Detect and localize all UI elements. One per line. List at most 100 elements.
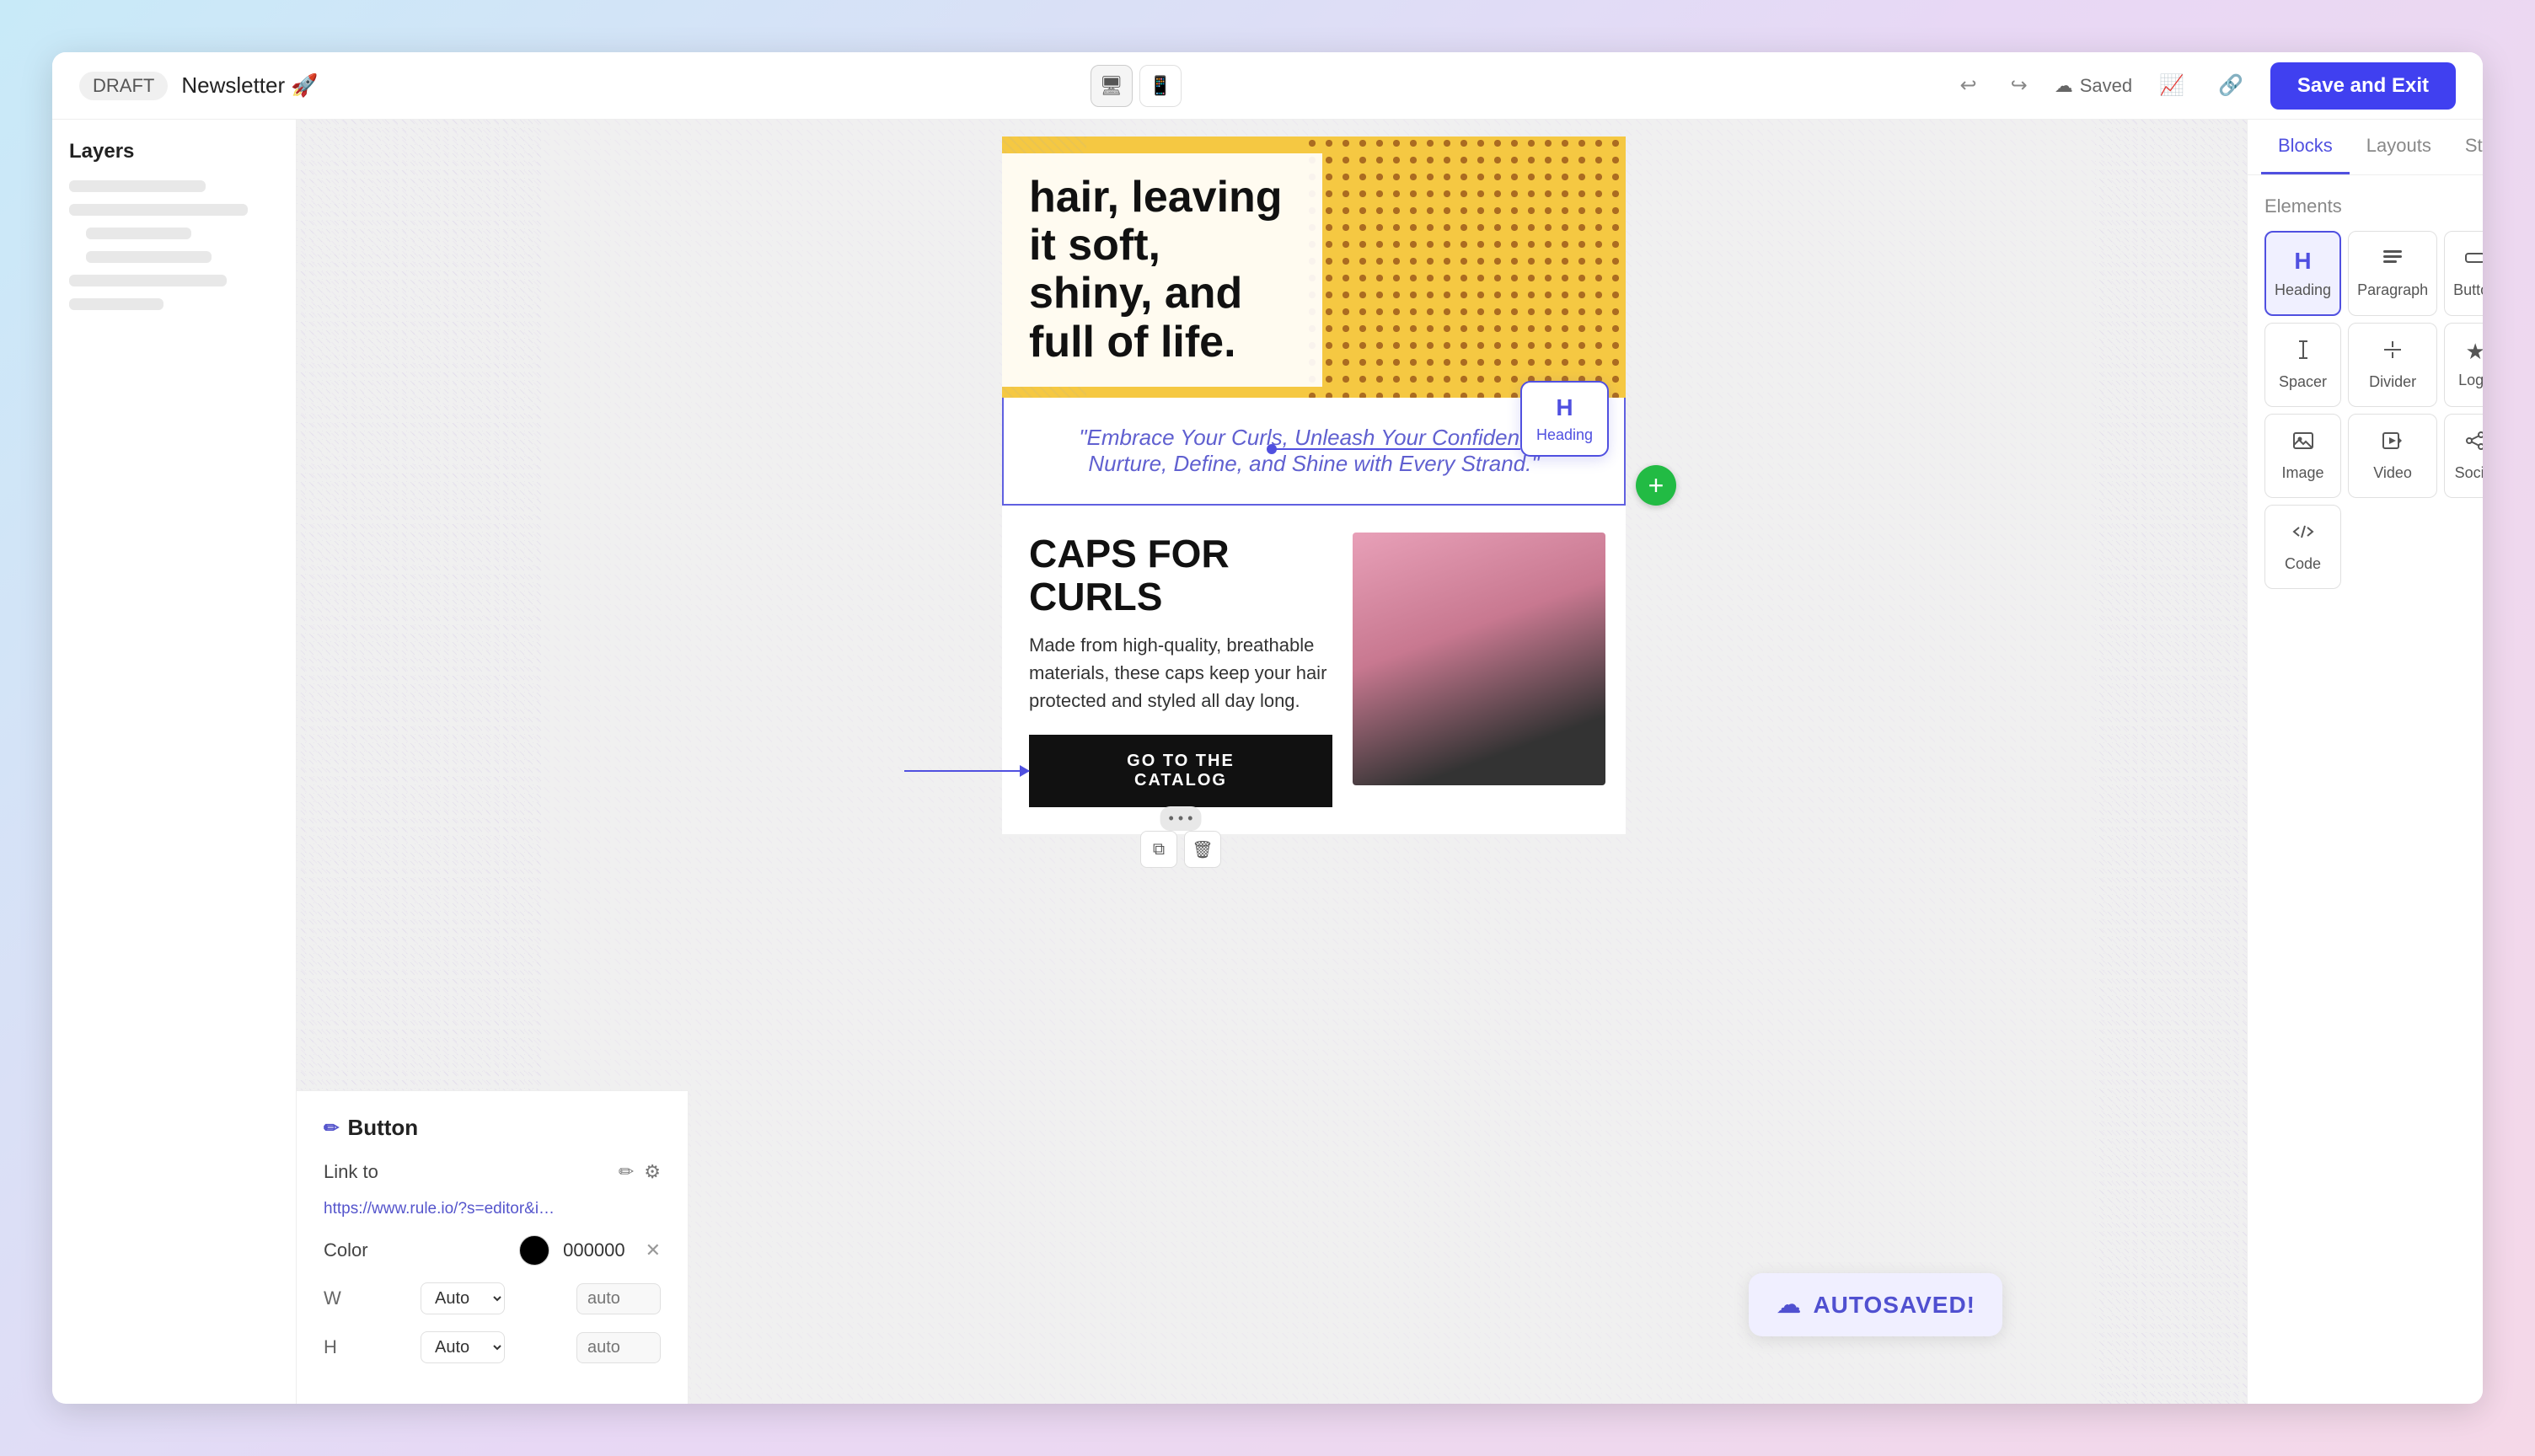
right-sidebar: Blocks Layouts Styles Elements H Heading	[2247, 120, 2483, 1404]
element-image[interactable]: Image	[2264, 414, 2341, 498]
heading-drag-label: Heading	[1536, 426, 1593, 444]
width-input[interactable]	[576, 1283, 661, 1314]
list-item[interactable]	[69, 180, 206, 192]
cloud-icon: ☁	[2055, 75, 2073, 97]
spacer-element-icon	[2292, 339, 2314, 367]
paragraph-element-icon	[2382, 247, 2404, 275]
arrow-head	[1020, 765, 1030, 777]
cta-wrapper: GO TO THE CATALOG • • • ⧉ 🗑	[1029, 735, 1332, 807]
color-hex-value: 000000	[563, 1239, 624, 1261]
element-social[interactable]: Social	[2444, 414, 2483, 498]
element-spacer[interactable]: Spacer	[2264, 323, 2341, 407]
element-button[interactable]: Button	[2444, 231, 2483, 316]
duplicate-button-icon[interactable]: ⧉	[1140, 831, 1177, 868]
analytics-button[interactable]: 📈	[2152, 67, 2191, 104]
height-label: H	[324, 1336, 349, 1358]
button-actions: ⧉ 🗑	[1140, 831, 1221, 868]
element-divider[interactable]: Divider	[2348, 323, 2437, 407]
saved-indicator: ☁ Saved	[2055, 75, 2132, 97]
color-swatch[interactable]	[519, 1235, 549, 1266]
element-paragraph[interactable]: Paragraph	[2348, 231, 2437, 316]
image-element-icon	[2292, 430, 2314, 458]
heading-drag-element[interactable]: H Heading	[1520, 381, 1609, 457]
device-toggle: 🖥 📱	[1091, 65, 1182, 107]
right-content: Elements H Heading	[2248, 175, 2483, 1404]
width-select[interactable]: Auto Fixed Full	[421, 1282, 505, 1314]
panel-title: ✏ Button	[324, 1115, 661, 1141]
list-item[interactable]	[69, 204, 248, 216]
cta-button[interactable]: GO TO THE CATALOG	[1029, 735, 1332, 807]
product-title: CAPS FOR CURLS	[1029, 533, 1332, 618]
canvas-hatch-right	[2095, 120, 2247, 1404]
element-logo[interactable]: ★ Logo	[2444, 323, 2483, 407]
height-select[interactable]: Auto Fixed	[421, 1331, 505, 1363]
code-element-icon	[2292, 521, 2314, 549]
product-image	[1353, 533, 1605, 785]
hero-text-box: hair, leaving it soft, shiny, and full o…	[1002, 153, 1322, 387]
page-title: Newsletter 🚀	[181, 72, 318, 99]
list-item[interactable]	[86, 251, 212, 263]
undo-button[interactable]: ↩	[1954, 67, 1984, 104]
button-element-icon	[2464, 247, 2483, 275]
divider-element-icon	[2382, 339, 2404, 367]
arrow-connector	[904, 770, 1029, 772]
hero-section: hair, leaving it soft, shiny, and full o…	[1002, 136, 1626, 398]
selection-line	[1272, 448, 1520, 450]
topbar: DRAFT Newsletter 🚀 🖥 📱 ↩ ↪ ☁ Saved 📈 🔗 S…	[52, 52, 2483, 120]
link-value-row: https://www.rule.io/?s=editor&id=321...	[324, 1200, 661, 1218]
autosaved-text: AUTOSAVED!	[1813, 1292, 1975, 1319]
social-element-icon	[2464, 430, 2483, 458]
link-options-button[interactable]: ⚙	[644, 1161, 661, 1183]
element-heading[interactable]: H Heading	[2264, 231, 2341, 316]
button-settings-panel: ✏ Button Link to ✏ ⚙ https://www.rule.io…	[297, 1090, 689, 1404]
link-value[interactable]: https://www.rule.io/?s=editor&id=321...	[324, 1200, 560, 1218]
save-exit-button[interactable]: Save and Exit	[2270, 62, 2456, 110]
height-row: H Auto Fixed	[324, 1331, 661, 1363]
list-item[interactable]	[69, 298, 163, 310]
list-item[interactable]	[86, 228, 191, 239]
edit-icon: ✏	[324, 1117, 339, 1139]
desktop-view-button[interactable]: 🖥	[1091, 65, 1133, 107]
color-row: Color 000000 ✕	[324, 1235, 661, 1266]
mobile-icon: 📱	[1149, 75, 1171, 97]
elements-title: Elements	[2264, 195, 2466, 217]
link-label: Link to	[324, 1161, 378, 1183]
element-video[interactable]: Video	[2348, 414, 2437, 498]
list-item[interactable]	[69, 275, 227, 286]
logo-element-icon: ★	[2465, 339, 2483, 365]
color-picker-row: 000000 ✕	[519, 1235, 661, 1266]
element-code[interactable]: Code	[2264, 505, 2341, 589]
draft-badge: DRAFT	[79, 72, 168, 100]
product-section: CAPS FOR CURLS Made from high-quality, b…	[1002, 506, 1626, 834]
color-clear-button[interactable]: ✕	[646, 1239, 661, 1261]
content-area: Layers hair, leaving it soft, shiny,	[52, 120, 2483, 1404]
link-row: Link to ✏ ⚙	[324, 1161, 661, 1183]
height-input[interactable]	[576, 1332, 661, 1363]
hero-heading: hair, leaving it soft, shiny, and full o…	[1029, 174, 1295, 367]
desktop-icon: 🖥	[1100, 75, 1123, 97]
heading-element-icon: H	[2294, 248, 2311, 275]
heading-drag-h: H	[1556, 394, 1573, 421]
right-tabs: Blocks Layouts Styles	[2248, 120, 2483, 175]
selection-dot	[1267, 444, 1277, 454]
main-window: DRAFT Newsletter 🚀 🖥 📱 ↩ ↪ ☁ Saved 📈 🔗 S…	[52, 52, 2483, 1404]
product-info: CAPS FOR CURLS Made from high-quality, b…	[1029, 533, 1353, 807]
redo-button[interactable]: ↪	[2004, 67, 2034, 104]
mobile-view-button[interactable]: 📱	[1139, 65, 1182, 107]
tab-layouts[interactable]: Layouts	[2350, 120, 2448, 174]
add-element-button[interactable]: +	[1636, 465, 1676, 506]
product-image-bg	[1353, 533, 1605, 785]
button-options[interactable]: • • •	[1160, 806, 1202, 831]
delete-button-icon[interactable]: 🗑	[1184, 831, 1221, 868]
share-button[interactable]: 🔗	[2211, 67, 2250, 104]
color-label: Color	[324, 1239, 368, 1261]
product-desc: Made from high-quality, breathable mater…	[1029, 631, 1332, 715]
width-row: W Auto Fixed Full	[324, 1282, 661, 1314]
tab-blocks[interactable]: Blocks	[2261, 120, 2350, 174]
layers-title: Layers	[69, 140, 279, 163]
elements-grid: H Heading Paragraph	[2264, 231, 2466, 589]
hero-pattern	[1305, 136, 1626, 398]
tab-styles[interactable]: Styles	[2448, 120, 2483, 174]
edit-link-button[interactable]: ✏	[619, 1161, 634, 1183]
canvas-area[interactable]: hair, leaving it soft, shiny, and full o…	[297, 120, 2247, 1404]
